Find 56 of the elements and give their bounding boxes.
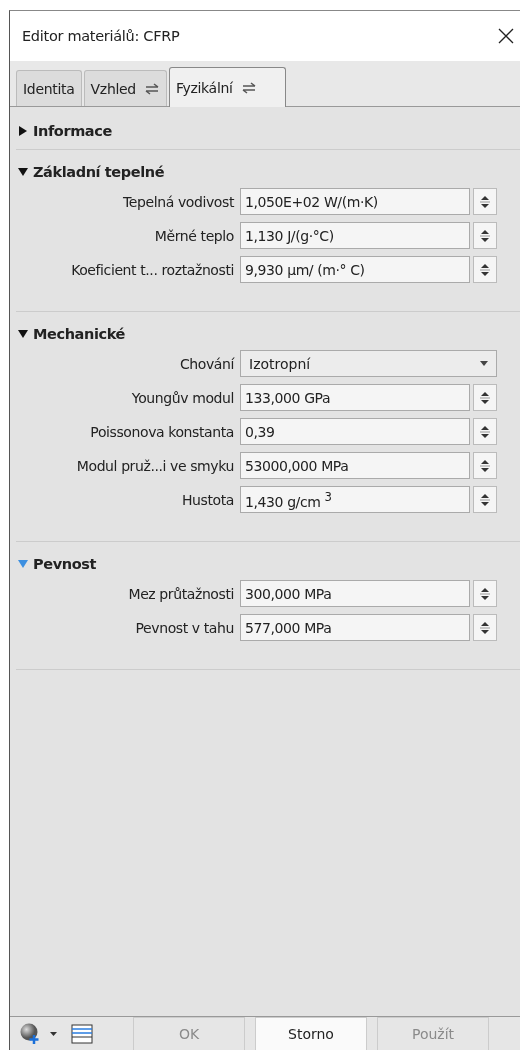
expand-triangle-icon[interactable] xyxy=(18,126,28,136)
tab[interactable]: Fyzikální xyxy=(168,67,286,107)
collapse-triangle-icon[interactable] xyxy=(18,167,28,177)
spinner-button[interactable] xyxy=(473,222,497,249)
spinner-button[interactable] xyxy=(473,418,497,445)
spinner-button[interactable] xyxy=(473,452,497,479)
input-field[interactable]: 577,000 MPa xyxy=(240,614,470,641)
caret-icon[interactable] xyxy=(50,1032,57,1036)
sync-icon xyxy=(143,82,160,95)
spin-arrows-icon xyxy=(480,227,490,244)
input-field[interactable]: 1,050E+02 W/(m·K) xyxy=(240,188,470,215)
spinner-button[interactable] xyxy=(473,486,497,513)
dropdown[interactable]: Izotropní xyxy=(240,350,497,377)
input-field[interactable]: 1,430 g/cm $^{3}$ xyxy=(240,486,470,513)
field-label: Hustota xyxy=(180,491,235,508)
field-label: Pevnost v tahu xyxy=(134,619,235,636)
input-field[interactable]: 300,000 MPa xyxy=(240,580,470,607)
section-title[interactable]: Informace xyxy=(33,123,112,139)
spin-arrows-icon xyxy=(480,457,490,474)
input-field[interactable]: 1,130 J/(g·°C) xyxy=(240,222,470,249)
spinner-button[interactable] xyxy=(473,580,497,607)
field-label: Modul pruž...i ve smyku xyxy=(75,457,235,474)
input-field[interactable]: 133,000 GPa xyxy=(240,384,470,411)
input-field[interactable]: 9,930 µm/ (m·° C) xyxy=(240,256,470,283)
spin-arrows-icon xyxy=(480,193,490,210)
window-title: Editor materiálů: CFRP xyxy=(22,28,180,44)
spin-arrows-icon xyxy=(480,619,490,636)
field-label: Měrné teplo xyxy=(153,227,235,244)
spin-arrows-icon xyxy=(480,423,490,440)
field-label: Tepelná vodivost xyxy=(122,193,236,210)
field-label: Youngův modul xyxy=(130,389,235,406)
input-field[interactable]: 0,39 xyxy=(240,418,470,445)
dialog-button[interactable]: Storno xyxy=(255,1017,367,1050)
field-label: Mez průtažnosti xyxy=(127,585,235,602)
field-label: Chování xyxy=(178,355,236,372)
list-icon[interactable] xyxy=(71,1024,93,1044)
section-title[interactable]: Základní tepelné xyxy=(33,164,165,180)
section-title[interactable]: Mechanické xyxy=(33,326,125,342)
tab[interactable]: Identita xyxy=(16,70,82,106)
sync-icon xyxy=(240,81,257,94)
close-icon[interactable] xyxy=(498,28,514,44)
spinner-button[interactable] xyxy=(473,614,497,641)
tab[interactable]: Vzhled xyxy=(83,70,167,106)
field-label: Koeficient t... roztažnosti xyxy=(70,261,235,278)
collapse-triangle-icon[interactable] xyxy=(18,329,28,339)
spin-arrows-icon xyxy=(480,389,490,406)
section-title[interactable]: Pevnost xyxy=(33,556,96,572)
spinner-button[interactable] xyxy=(473,256,497,283)
field-label: Poissonova konstanta xyxy=(89,423,235,440)
input-field[interactable]: 53000,000 MPa xyxy=(240,452,470,479)
caret-icon xyxy=(480,361,488,366)
spinner-button[interactable] xyxy=(473,188,497,215)
spinner-button[interactable] xyxy=(473,384,497,411)
spin-arrows-icon xyxy=(480,585,490,602)
spin-arrows-icon xyxy=(480,491,490,508)
spin-arrows-icon xyxy=(480,261,490,278)
